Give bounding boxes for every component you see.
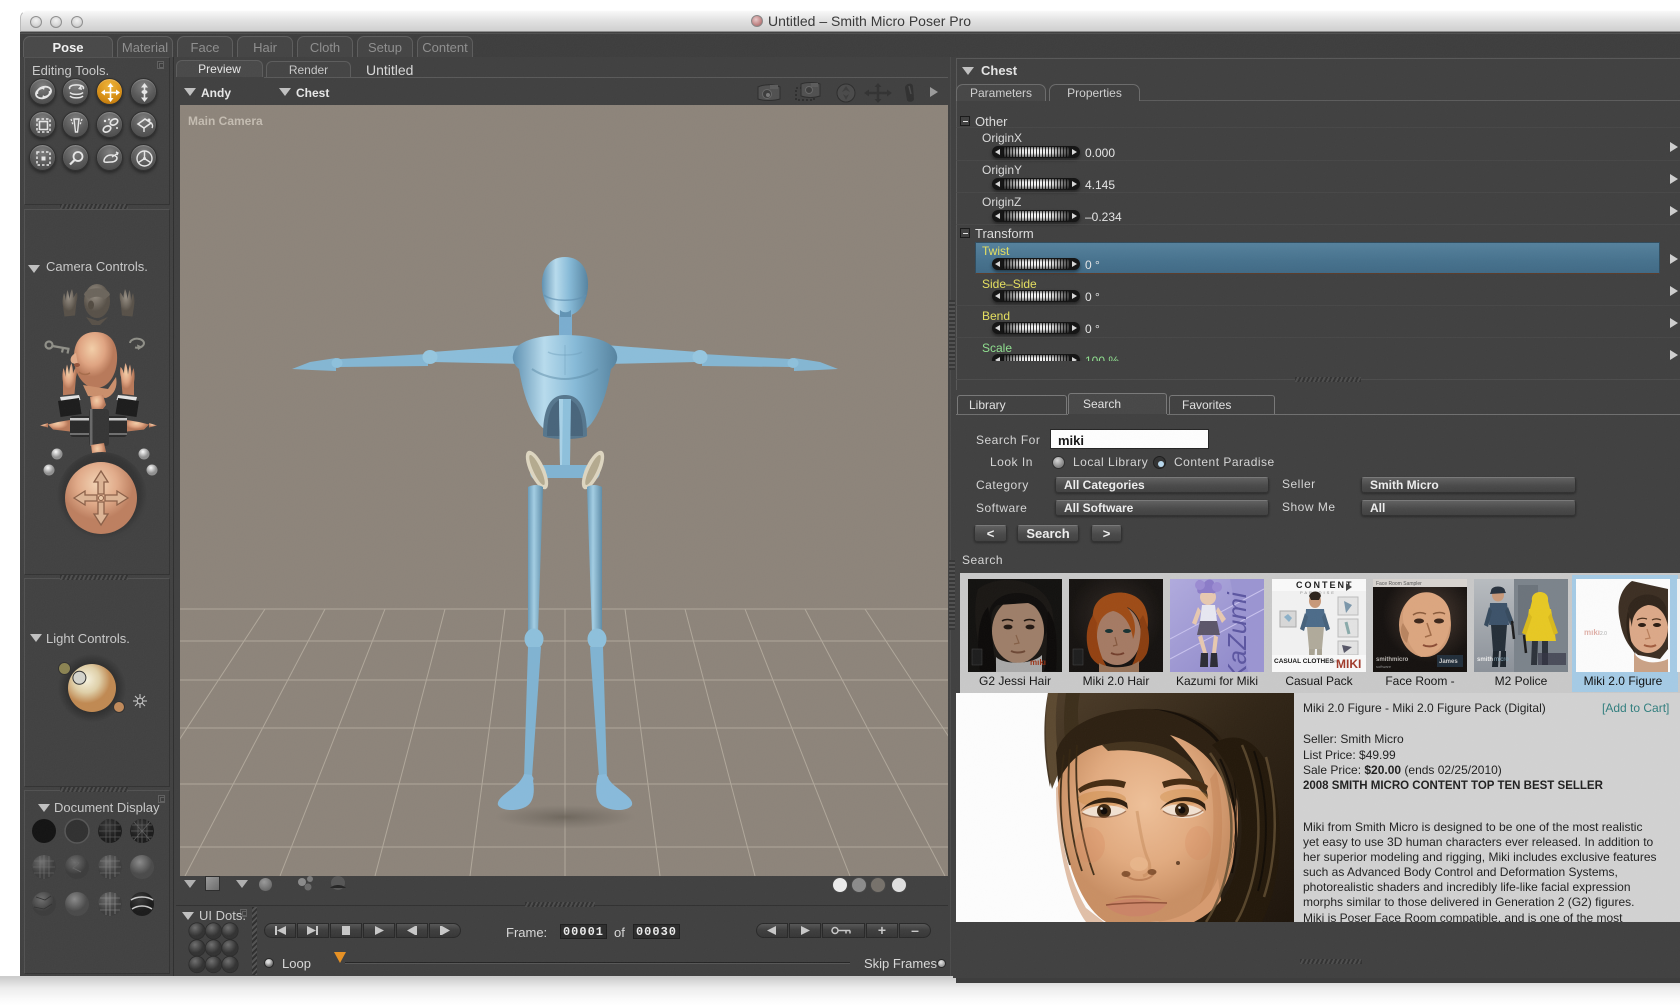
svg-text:James: James — [1439, 659, 1458, 665]
svg-text:CONTENT: CONTENT — [1296, 580, 1354, 590]
svg-text:MIKI: MIKI — [1336, 657, 1361, 671]
svg-text:software: software — [1376, 664, 1392, 669]
svg-text:smith: smith — [1477, 657, 1493, 663]
svg-text:2.0: 2.0 — [1600, 631, 1607, 637]
svg-text:CASUAL CLOTHES: CASUAL CLOTHES — [1274, 658, 1334, 665]
svg-text:KaZumi: KaZumi — [1222, 591, 1252, 672]
svg-text:mıkı: mıkı — [1584, 628, 1600, 637]
svg-text:micro: micro — [1494, 657, 1509, 663]
svg-text:Face Room Sampler: Face Room Sampler — [1376, 581, 1422, 587]
svg-text:smithmicro: smithmicro — [1376, 657, 1409, 663]
